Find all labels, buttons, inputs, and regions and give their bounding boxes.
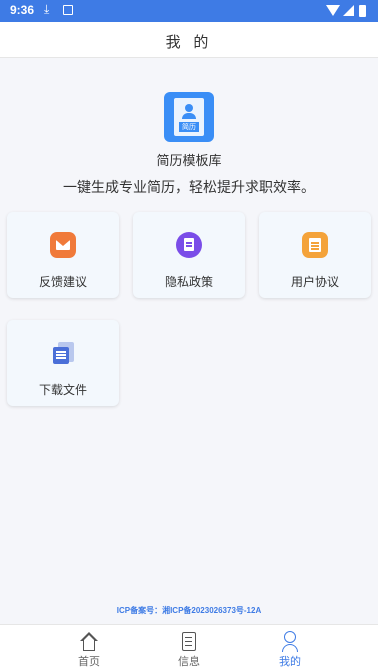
resume-doc-icon: 简历 — [174, 98, 204, 136]
download-label: 下载文件 — [38, 383, 87, 397]
signal-icon — [343, 5, 354, 16]
notification-icon — [63, 5, 73, 15]
user-icon — [280, 631, 300, 653]
tab-info-label: 信息 — [178, 655, 200, 668]
privacy-label: 隐私政策 — [164, 275, 213, 289]
logo-tag: 简历 — [179, 122, 199, 132]
document-icon — [176, 232, 202, 258]
agreement-label: 用户协议 — [290, 275, 339, 289]
privacy-card[interactable]: 隐私政策 — [133, 212, 245, 298]
files-icon — [50, 340, 76, 366]
feedback-card[interactable]: 反馈建议 — [7, 212, 119, 298]
app-name: 简历模板库 — [156, 154, 222, 169]
tab-home-label: 首页 — [78, 655, 100, 668]
wifi-icon — [326, 5, 340, 16]
home-icon — [79, 631, 99, 653]
page-header: 我 的 — [0, 22, 378, 58]
icp-record[interactable]: ICP备案号：湘ICP备2023026373号-12A — [0, 605, 378, 616]
feedback-label: 反馈建议 — [38, 275, 87, 289]
tab-me-label: 我的 — [279, 655, 301, 668]
page-title: 我 的 — [165, 33, 213, 51]
status-time: 9:36 — [10, 3, 35, 17]
bottom-tab-bar: 首页 信息 我的 — [0, 624, 378, 672]
mail-icon — [50, 232, 76, 258]
tab-home[interactable]: 首页 — [59, 625, 119, 672]
app-logo: 简历 — [164, 92, 214, 142]
tab-info[interactable]: 信息 — [159, 625, 219, 672]
agreement-icon — [302, 232, 328, 258]
battery-icon — [359, 5, 366, 17]
message-icon — [179, 631, 199, 653]
agreement-card[interactable]: 用户协议 — [259, 212, 371, 298]
download-card[interactable]: 下载文件 — [7, 320, 119, 406]
download-icon: ⤓ — [44, 2, 50, 16]
tab-me[interactable]: 我的 — [260, 625, 320, 672]
status-bar: 9:36 ⤓ — [0, 0, 378, 22]
app-slogan: 一键生成专业简历，轻松提升求职效率。 — [63, 180, 315, 196]
